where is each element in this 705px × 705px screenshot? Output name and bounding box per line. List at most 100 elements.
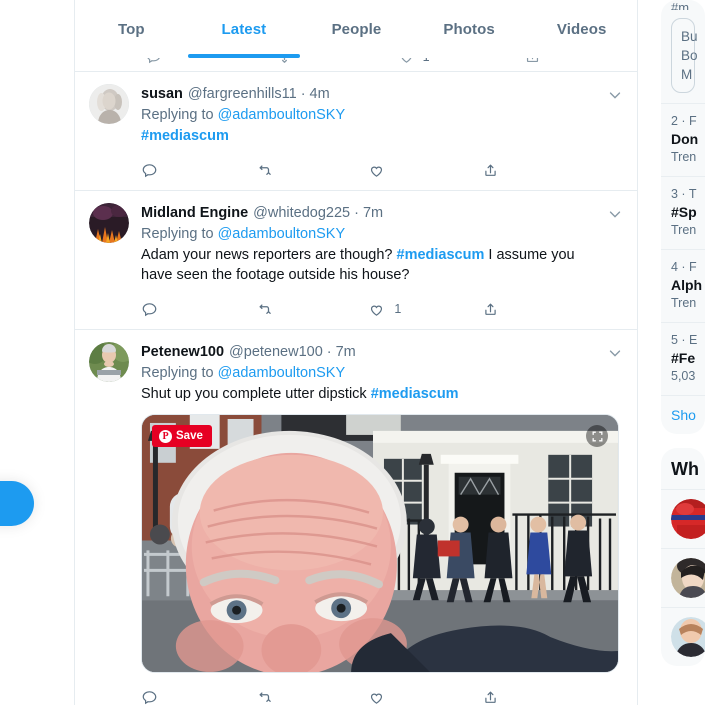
- trend-rank: 4 · F: [671, 260, 697, 274]
- tweet-actions: 1: [141, 293, 596, 325]
- chevron-down-icon[interactable]: [606, 86, 624, 104]
- replying-to-prefix: Replying to: [141, 226, 218, 242]
- trend-subtitle: 5,03: [671, 369, 696, 383]
- replying-to-mention[interactable]: @adamboultonSKY: [218, 107, 346, 123]
- pinterest-icon: P: [159, 429, 172, 443]
- who-to-follow-item[interactable]: [661, 489, 705, 548]
- twitter-search-page: 1 Top Latest People Photos Videos: [0, 0, 705, 705]
- tweet-item[interactable]: susan @fargreenhills11 · 4m Replying to …: [75, 72, 637, 191]
- who-to-follow-item[interactable]: [661, 607, 705, 666]
- trend-subtitle: Tren: [671, 150, 697, 164]
- trends-panel: #m Bu Bo M 2 · F Don Tren 3 · T #Sp Tren…: [661, 0, 705, 434]
- tweet-item[interactable]: Petenew100 @petenew100 · 7m Replying to …: [75, 330, 637, 705]
- show-more-link[interactable]: Sho: [661, 395, 705, 434]
- avatar[interactable]: [671, 499, 705, 539]
- separator-dot: ·: [326, 344, 332, 360]
- search-tabs: Top Latest People Photos Videos: [75, 0, 637, 58]
- left-nav-gutter: [0, 0, 75, 705]
- tweet-body: Midland Engine @whitedog225 · 7m Replyin…: [141, 203, 622, 325]
- like-button[interactable]: [368, 689, 482, 705]
- timeline-column: 1 Top Latest People Photos Videos: [75, 0, 638, 705]
- trend-rank: 5 · E: [671, 333, 698, 347]
- who-to-follow-title: Wh: [671, 459, 699, 479]
- promo-line-1: Bu: [681, 29, 698, 44]
- trend-title: Don: [671, 131, 699, 147]
- like-button[interactable]: 1: [368, 301, 482, 318]
- like-count: 1: [394, 302, 402, 316]
- tweet-actions: [141, 154, 596, 186]
- trend-item[interactable]: 2 · F Don Tren: [661, 103, 705, 176]
- trend-item[interactable]: 5 · E #Fe 5,03: [661, 322, 705, 395]
- trend-rank: 2 · F: [671, 114, 697, 128]
- share-button[interactable]: [482, 162, 572, 179]
- tab-people[interactable]: People: [300, 0, 413, 58]
- tweet-text-part: Shut up you complete utter dipstick: [141, 386, 371, 402]
- avatar[interactable]: [671, 617, 705, 657]
- promo-line-2: Bo: [681, 48, 698, 63]
- tweet-media[interactable]: P Save: [141, 414, 619, 673]
- tweet-header: susan @fargreenhills11 · 4m: [141, 84, 596, 104]
- tweet-feed: susan @fargreenhills11 · 4m Replying to …: [75, 72, 637, 705]
- avatar[interactable]: [89, 84, 129, 124]
- separator-dot: ·: [300, 86, 306, 102]
- tweet-header: Petenew100 @petenew100 · 7m: [141, 342, 596, 362]
- replying-to-line: Replying to @adamboultonSKY: [141, 363, 596, 383]
- tab-latest[interactable]: Latest: [188, 0, 301, 58]
- tweet-header: Midland Engine @whitedog225 · 7m: [141, 203, 596, 223]
- tweet-text: #mediascum: [141, 126, 596, 146]
- hashtag-link[interactable]: #mediascum: [397, 247, 485, 263]
- avatar[interactable]: [671, 558, 705, 598]
- reply-button[interactable]: [141, 162, 255, 179]
- trend-item[interactable]: 3 · T #Sp Tren: [661, 176, 705, 249]
- pinterest-save-button[interactable]: P Save: [152, 425, 212, 447]
- display-name[interactable]: Midland Engine: [141, 203, 248, 223]
- replying-to-line: Replying to @adamboultonSKY: [141, 224, 596, 244]
- like-button[interactable]: [368, 162, 482, 179]
- trend-title: Alph: [671, 277, 703, 293]
- trend-item[interactable]: 4 · F Alph Tren: [661, 249, 705, 322]
- display-name[interactable]: susan: [141, 84, 183, 104]
- separator-dot: ·: [354, 205, 359, 221]
- hashtag-link[interactable]: #mediascum: [371, 386, 459, 402]
- right-sidebar: #m Bu Bo M 2 · F Don Tren 3 · T #Sp Tren…: [639, 0, 705, 705]
- retweet-button[interactable]: [255, 300, 369, 318]
- media-photo: [142, 415, 618, 672]
- trend-rank: 3 · T: [671, 187, 697, 201]
- tab-top[interactable]: Top: [75, 0, 188, 58]
- tweet-text: Shut up you complete utter dipstick #med…: [141, 384, 596, 404]
- replying-to-mention[interactable]: @adamboultonSKY: [218, 365, 346, 381]
- share-button[interactable]: [482, 689, 572, 705]
- retweet-button[interactable]: [255, 161, 369, 179]
- replying-to-prefix: Replying to: [141, 365, 218, 381]
- timestamp[interactable]: 4m: [310, 84, 330, 104]
- timestamp[interactable]: 7m: [363, 203, 383, 223]
- timestamp[interactable]: 7m: [336, 342, 356, 362]
- hashtag-link[interactable]: #mediascum: [141, 126, 596, 146]
- replying-to-mention[interactable]: @adamboultonSKY: [218, 226, 346, 242]
- avatar[interactable]: [89, 203, 129, 243]
- trend-title: #Fe: [671, 350, 696, 366]
- user-handle[interactable]: @fargreenhills11: [188, 84, 297, 104]
- trends-promo-box[interactable]: Bu Bo M: [671, 18, 698, 93]
- share-button[interactable]: [482, 301, 572, 318]
- user-handle[interactable]: @petenew100: [229, 342, 323, 362]
- who-to-follow-panel: Wh: [661, 448, 705, 666]
- reply-button[interactable]: [141, 301, 255, 318]
- trend-subtitle: Tren: [671, 223, 697, 237]
- who-to-follow-item[interactable]: [661, 548, 705, 607]
- trend-subtitle: Tren: [671, 296, 697, 310]
- tab-videos[interactable]: Videos: [525, 0, 637, 58]
- chevron-down-icon[interactable]: [606, 344, 624, 362]
- chevron-down-icon[interactable]: [606, 205, 624, 223]
- display-name[interactable]: Petenew100: [141, 342, 224, 362]
- reply-button[interactable]: [141, 689, 255, 705]
- user-handle[interactable]: @whitedog225: [253, 203, 350, 223]
- tweet-text-part: Adam your news reporters are though?: [141, 247, 397, 263]
- tab-photos[interactable]: Photos: [413, 0, 526, 58]
- retweet-button[interactable]: [255, 688, 369, 705]
- avatar[interactable]: [89, 342, 129, 382]
- tweet-actions: [141, 681, 596, 705]
- expand-icon[interactable]: [586, 425, 608, 447]
- replying-to-line: Replying to @adamboultonSKY: [141, 105, 596, 125]
- tweet-item[interactable]: Midland Engine @whitedog225 · 7m Replyin…: [75, 191, 637, 330]
